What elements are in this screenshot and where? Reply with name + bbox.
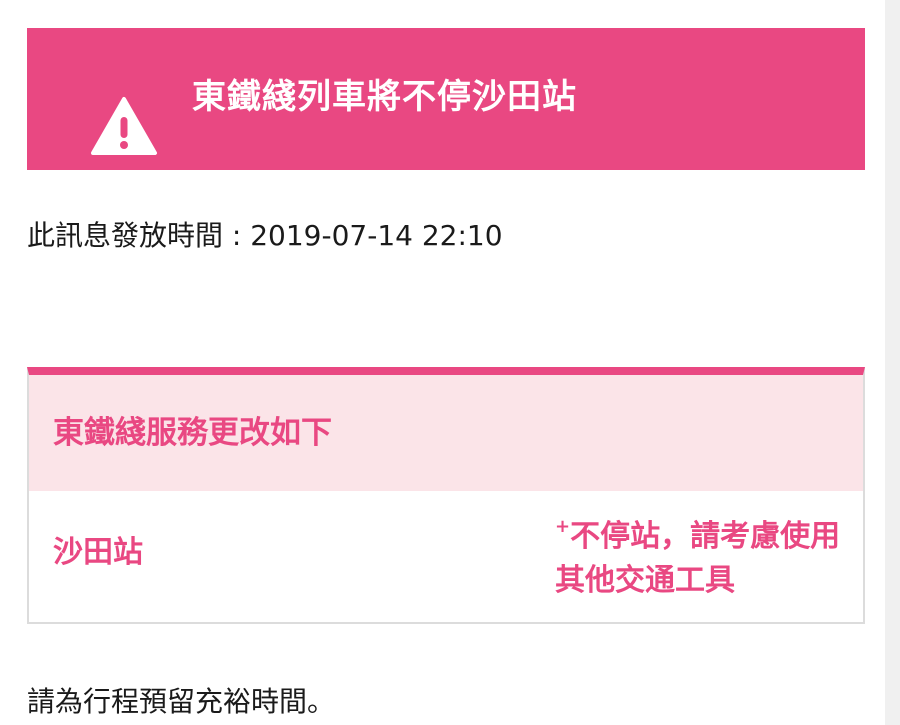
- issue-time: 此訊息發放時間 : 2019-07-14 22:10: [27, 219, 503, 252]
- station-note: +不停站，請考慮使用其他交通工具: [555, 515, 855, 603]
- service-change-card: 東鐵綫服務更改如下 沙田站 +不停站，請考慮使用其他交通工具: [27, 367, 865, 624]
- notice-page: 東鐵綫列車將不停沙田站 此訊息發放時間 : 2019-07-14 22:10 東…: [0, 0, 885, 725]
- warning-icon: [91, 97, 157, 155]
- alert-title: 東鐵綫列車將不停沙田站: [192, 77, 577, 117]
- footer-note: 請為行程預留充裕時間。: [27, 685, 336, 718]
- card-header-title: 東鐵綫服務更改如下: [53, 415, 332, 451]
- alert-banner: 東鐵綫列車將不停沙田站: [27, 28, 865, 170]
- note-marker: +: [555, 516, 571, 537]
- station-name: 沙田站: [53, 535, 143, 570]
- card-header: 東鐵綫服務更改如下: [29, 375, 863, 491]
- station-note-text: 不停站，請考慮使用其他交通工具: [555, 519, 841, 598]
